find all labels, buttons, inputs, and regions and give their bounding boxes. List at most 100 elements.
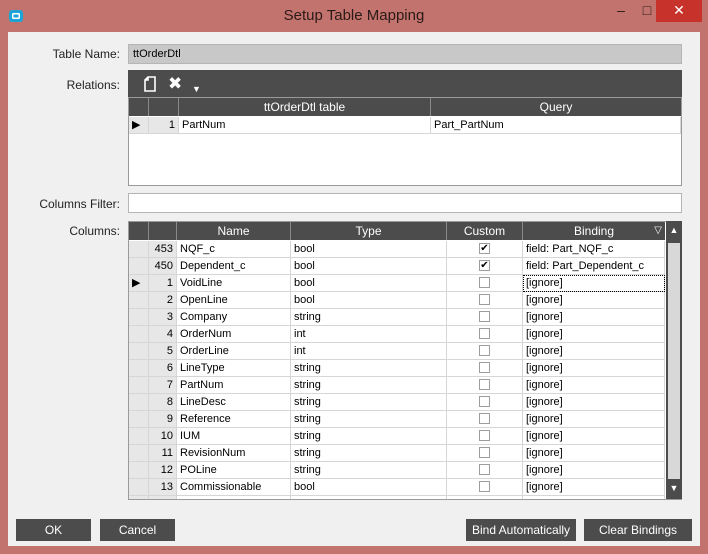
custom-checkbox[interactable] xyxy=(479,464,490,475)
custom-checkbox-checked[interactable]: ✔ xyxy=(479,243,490,254)
custom-checkbox[interactable] xyxy=(479,379,490,390)
custom-checkbox[interactable] xyxy=(479,430,490,441)
scrollbar-thumb[interactable] xyxy=(668,243,680,479)
column-header-binding[interactable]: Binding ▽ xyxy=(523,222,665,240)
table-row-name-cell[interactable]: RevisionNum xyxy=(177,445,291,462)
custom-checkbox[interactable] xyxy=(479,447,490,458)
table-row-custom-cell[interactable] xyxy=(447,326,523,343)
ok-button[interactable]: OK xyxy=(16,519,91,541)
table-row-custom-cell[interactable]: ✔ xyxy=(447,241,523,258)
scroll-down-icon[interactable]: ▼ xyxy=(666,483,682,493)
columns-scrollbar[interactable]: ▲ ▼ xyxy=(666,221,682,499)
table-row-binding-cell[interactable]: [ignore] xyxy=(523,411,665,428)
table-row-custom-cell[interactable] xyxy=(447,428,523,445)
column-header-name[interactable]: Name xyxy=(177,222,291,240)
table-row-binding-cell[interactable]: [ignore] xyxy=(523,309,665,326)
custom-checkbox[interactable] xyxy=(479,413,490,424)
table-row-custom-cell[interactable] xyxy=(447,343,523,360)
table-row-name-cell[interactable]: Dependent_c xyxy=(177,258,291,275)
table-row-type-cell[interactable]: int xyxy=(291,343,447,360)
close-icon[interactable]: ✕ xyxy=(656,0,702,22)
table-row-type-cell[interactable]: int xyxy=(291,326,447,343)
table-row-custom-cell[interactable] xyxy=(447,309,523,326)
custom-checkbox[interactable] xyxy=(479,481,490,492)
table-row-name-cell[interactable]: OpenLine xyxy=(177,292,291,309)
custom-checkbox[interactable] xyxy=(479,294,490,305)
delete-icon[interactable]: ✖ xyxy=(168,75,182,93)
table-row-type-cell[interactable]: bool xyxy=(291,479,447,496)
table-row-type-cell[interactable]: string xyxy=(291,428,447,445)
table-row-name-cell[interactable]: NQF_c xyxy=(177,241,291,258)
clear-bindings-button[interactable]: Clear Bindings xyxy=(584,519,692,541)
table-row-type-cell[interactable]: bool xyxy=(291,241,447,258)
bind-automatically-button[interactable]: Bind Automatically xyxy=(466,519,576,541)
table-row-name-cell[interactable]: Company xyxy=(177,309,291,326)
new-document-icon[interactable] xyxy=(144,76,156,92)
table-row-name-cell[interactable]: PartNum xyxy=(177,377,291,394)
table-row-binding-cell[interactable]: field: Part_Dependent_c xyxy=(523,258,665,275)
table-row-name-cell[interactable]: VoidLine xyxy=(177,275,291,292)
relations-row-table[interactable]: PartNum xyxy=(179,117,431,134)
minimize-icon[interactable]: – xyxy=(608,0,634,22)
dropdown-arrow-icon[interactable]: ▼ xyxy=(192,80,201,98)
custom-checkbox[interactable] xyxy=(479,345,490,356)
table-row-name-cell[interactable]: Reference xyxy=(177,411,291,428)
custom-checkbox-checked[interactable]: ✔ xyxy=(479,260,490,271)
title-bar[interactable]: Setup Table Mapping – □ ✕ xyxy=(0,0,708,32)
custom-checkbox[interactable] xyxy=(479,396,490,407)
table-row-binding-cell[interactable]: [ignore] xyxy=(523,377,665,394)
table-row-custom-cell[interactable]: ✔ xyxy=(447,258,523,275)
table-row-name-cell[interactable]: OrderNum xyxy=(177,326,291,343)
table-row-binding-cell[interactable]: [ignore] xyxy=(523,462,665,479)
table-row-binding-cell[interactable]: [ignore] xyxy=(523,275,665,292)
table-row-custom-cell[interactable] xyxy=(447,360,523,377)
columns-filter-input[interactable] xyxy=(128,193,682,213)
cancel-button[interactable]: Cancel xyxy=(100,519,175,541)
table-name-field[interactable]: ttOrderDtl xyxy=(128,44,682,64)
table-row-name-cell[interactable]: POLine xyxy=(177,462,291,479)
table-row-type-cell[interactable]: bool xyxy=(291,292,447,309)
table-row-custom-cell[interactable] xyxy=(447,411,523,428)
table-row-name-cell[interactable]: OrderLine xyxy=(177,343,291,360)
table-row-custom-cell[interactable] xyxy=(447,462,523,479)
table-row-custom-cell[interactable] xyxy=(447,394,523,411)
table-row-type-cell[interactable]: string xyxy=(291,360,447,377)
table-row-binding-cell[interactable]: [ignore] xyxy=(523,445,665,462)
table-row-custom-cell[interactable] xyxy=(447,275,523,292)
table-row-name-cell[interactable]: Commissionable xyxy=(177,479,291,496)
table-row-custom-cell[interactable] xyxy=(447,445,523,462)
scroll-up-icon[interactable]: ▲ xyxy=(666,225,682,235)
custom-checkbox[interactable] xyxy=(479,362,490,373)
table-row-type-cell[interactable]: bool xyxy=(291,258,447,275)
relations-row-query[interactable]: Part_PartNum xyxy=(431,117,681,134)
table-row-type-cell[interactable]: string xyxy=(291,445,447,462)
custom-checkbox[interactable] xyxy=(479,277,490,288)
table-row-name-cell[interactable]: LineDesc xyxy=(177,394,291,411)
custom-checkbox[interactable] xyxy=(479,311,490,322)
table-row-binding-cell[interactable]: field: Part_NQF_c xyxy=(523,241,665,258)
column-header-type[interactable]: Type xyxy=(291,222,447,240)
table-row-binding-cell[interactable]: [ignore] xyxy=(523,292,665,309)
custom-checkbox[interactable] xyxy=(479,328,490,339)
relations-query-header[interactable]: Query xyxy=(431,98,681,116)
table-row-custom-cell[interactable] xyxy=(447,479,523,496)
table-row-binding-cell[interactable]: [ignore] xyxy=(523,394,665,411)
table-row-custom-cell[interactable] xyxy=(447,377,523,394)
table-row-type-cell[interactable]: string xyxy=(291,394,447,411)
table-row-custom-cell[interactable] xyxy=(447,292,523,309)
table-row-name-cell[interactable]: IUM xyxy=(177,428,291,445)
filter-icon[interactable]: ▽ xyxy=(654,222,662,240)
table-row-binding-cell[interactable]: [ignore] xyxy=(523,428,665,445)
table-row-type-cell[interactable]: string xyxy=(291,309,447,326)
table-row-type-cell[interactable]: string xyxy=(291,411,447,428)
table-row-binding-cell[interactable]: [ignore] xyxy=(523,326,665,343)
table-row-binding-cell[interactable]: [ignore] xyxy=(523,343,665,360)
table-row-type-cell[interactable]: string xyxy=(291,377,447,394)
table-row-binding-cell[interactable]: [ignore] xyxy=(523,360,665,377)
column-header-custom[interactable]: Custom xyxy=(447,222,523,240)
table-row-name-cell[interactable]: LineType xyxy=(177,360,291,377)
table-row-type-cell[interactable]: string xyxy=(291,462,447,479)
relations-table-header[interactable]: ttOrderDtl table xyxy=(179,98,431,116)
table-row-type-cell[interactable]: bool xyxy=(291,275,447,292)
table-row-binding-cell[interactable]: [ignore] xyxy=(523,479,665,496)
